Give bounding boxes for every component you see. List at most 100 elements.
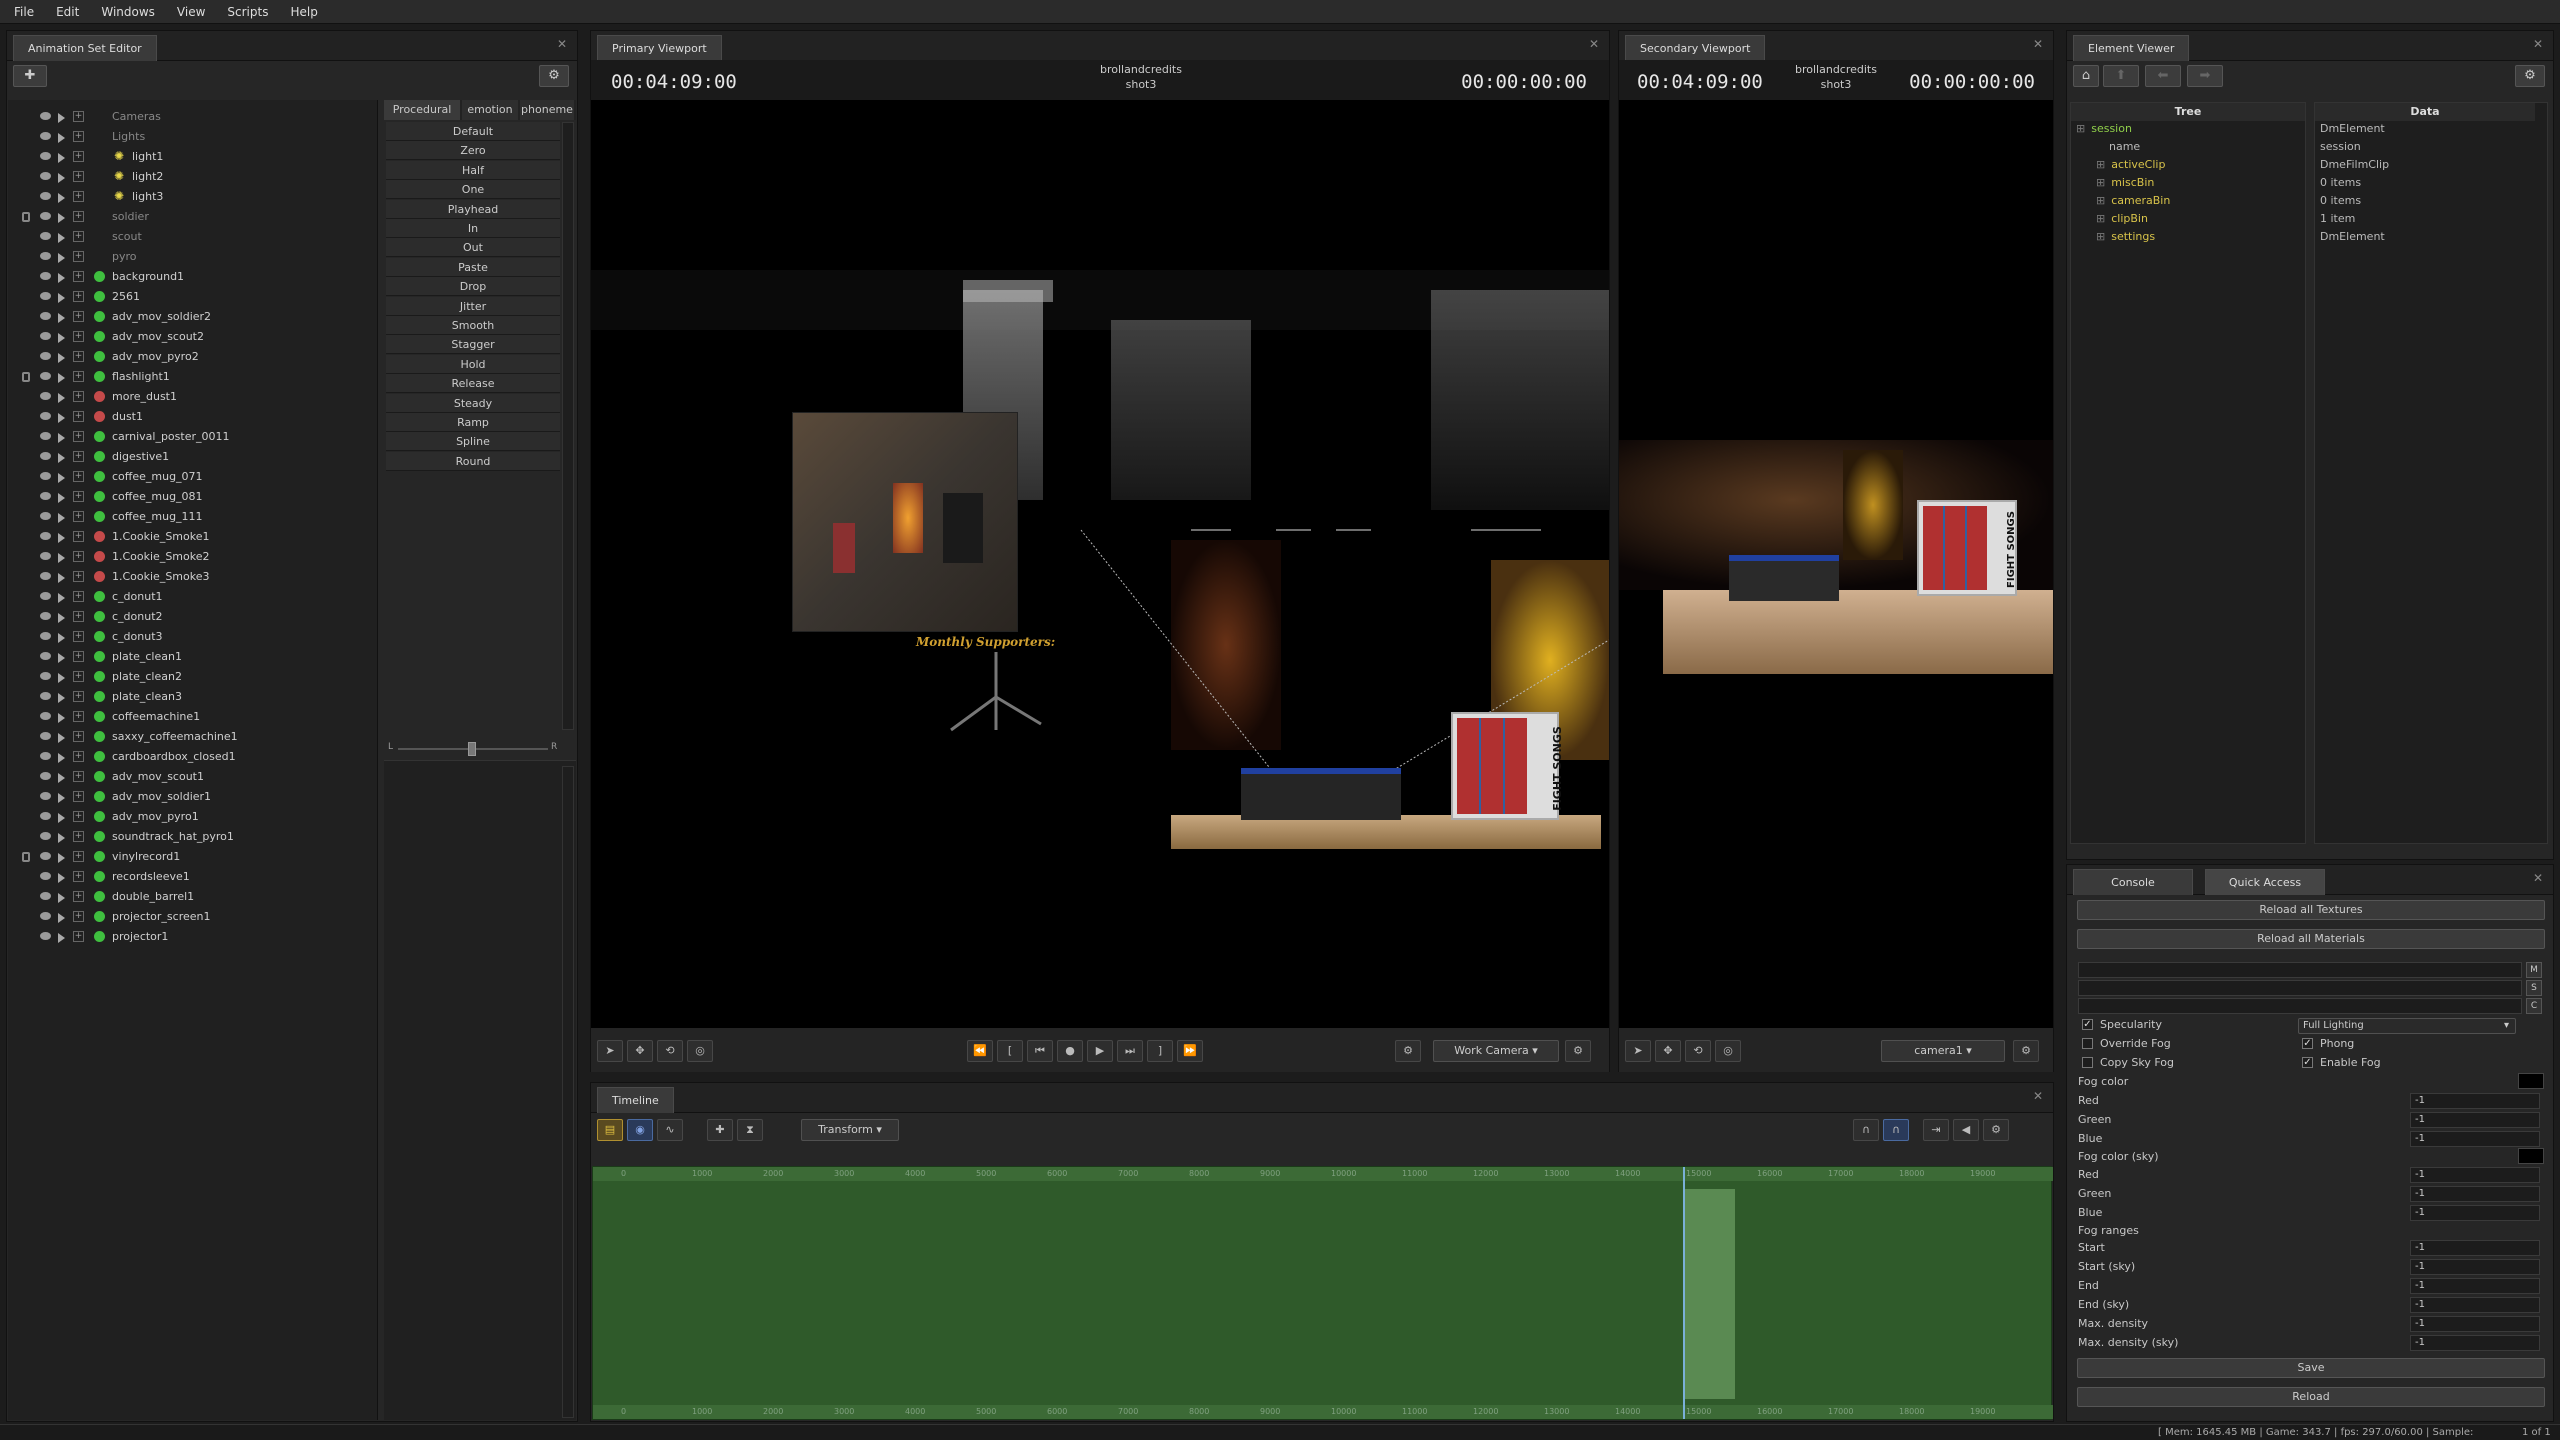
expand-plus-icon[interactable]: + bbox=[73, 251, 84, 262]
eye-icon[interactable] bbox=[40, 172, 51, 180]
expand-plus-icon[interactable]: + bbox=[73, 711, 84, 722]
expand-plus-icon[interactable]: + bbox=[73, 591, 84, 602]
value-field[interactable]: -1 bbox=[2410, 1297, 2540, 1313]
gear-icon[interactable]: ⚙ bbox=[2013, 1040, 2039, 1062]
expand-plus-icon[interactable]: + bbox=[73, 491, 84, 502]
expand-arrow-icon[interactable] bbox=[58, 813, 65, 823]
anim-set-row[interactable]: + coffee_mug_081 bbox=[8, 488, 377, 508]
anim-set-row[interactable]: + scout bbox=[8, 228, 377, 248]
preset-button[interactable]: Default bbox=[386, 122, 560, 141]
camera1-dropdown[interactable]: camera1 ▾ bbox=[1881, 1040, 2005, 1062]
expand-arrow-icon[interactable] bbox=[58, 253, 65, 263]
select-tool-icon[interactable]: ➤ bbox=[1625, 1040, 1651, 1062]
reset-tool-icon[interactable]: ◎ bbox=[1715, 1040, 1741, 1062]
eye-icon[interactable] bbox=[40, 232, 51, 240]
mute-icon[interactable]: ◀ bbox=[1953, 1119, 1979, 1141]
eye-icon[interactable] bbox=[40, 392, 51, 400]
expand-arrow-icon[interactable] bbox=[58, 513, 65, 523]
anim-set-row[interactable]: + adv_mov_pyro1 bbox=[8, 808, 377, 828]
expand-plus-icon[interactable]: ⊞ bbox=[2096, 194, 2105, 207]
expand-plus-icon[interactable]: + bbox=[73, 531, 84, 542]
preset-button[interactable]: Paste bbox=[386, 257, 560, 277]
eye-icon[interactable] bbox=[40, 912, 51, 920]
anim-set-row[interactable]: + coffeemachine1 bbox=[8, 708, 377, 728]
expand-arrow-icon[interactable] bbox=[58, 753, 65, 763]
gear-icon[interactable]: ⚙ bbox=[539, 65, 569, 87]
tab-element-viewer[interactable]: Element Viewer bbox=[2073, 35, 2190, 61]
expand-plus-icon[interactable]: + bbox=[73, 151, 84, 162]
eye-icon[interactable] bbox=[40, 132, 51, 140]
anim-set-row[interactable]: + plate_clean2 bbox=[8, 668, 377, 688]
expand-arrow-icon[interactable] bbox=[58, 573, 65, 583]
expand-plus-icon[interactable]: + bbox=[73, 211, 84, 222]
close-icon[interactable]: ✕ bbox=[2533, 871, 2543, 885]
expand-arrow-icon[interactable] bbox=[58, 293, 65, 303]
camera-settings-icon[interactable]: ⚙ bbox=[1395, 1040, 1421, 1062]
expand-arrow-icon[interactable] bbox=[58, 673, 65, 683]
expand-plus-icon[interactable]: + bbox=[73, 651, 84, 662]
anim-set-row[interactable]: + cardboardbox_closed1 bbox=[8, 748, 377, 768]
expand-arrow-icon[interactable] bbox=[58, 493, 65, 503]
up-icon[interactable]: ⬆ bbox=[2103, 65, 2139, 87]
anim-set-row[interactable]: + vinylrecord1 bbox=[8, 848, 377, 868]
preset-button[interactable]: Release bbox=[386, 374, 560, 394]
checkbox[interactable] bbox=[2082, 1057, 2093, 1068]
anim-set-row[interactable]: + flashlight1 bbox=[8, 368, 377, 388]
menu-scripts[interactable]: Scripts bbox=[227, 5, 268, 19]
anim-set-row[interactable]: + recordsleeve1 bbox=[8, 868, 377, 888]
anim-set-row[interactable]: + carnival_poster_0011 bbox=[8, 428, 377, 448]
eye-icon[interactable] bbox=[40, 632, 51, 640]
expand-arrow-icon[interactable] bbox=[58, 693, 65, 703]
work-camera-dropdown[interactable]: Work Camera ▾ bbox=[1433, 1040, 1559, 1062]
expand-plus-icon[interactable]: + bbox=[73, 511, 84, 522]
anim-set-row[interactable]: + double_barrel1 bbox=[8, 888, 377, 908]
lock-icon[interactable] bbox=[22, 372, 30, 382]
anim-set-row[interactable]: + adv_mov_soldier2 bbox=[8, 308, 377, 328]
close-icon[interactable]: ✕ bbox=[2533, 37, 2543, 51]
forward-icon[interactable]: ➡ bbox=[2187, 65, 2223, 87]
eye-icon[interactable] bbox=[40, 712, 51, 720]
expand-arrow-icon[interactable] bbox=[58, 233, 65, 243]
eye-icon[interactable] bbox=[40, 932, 51, 940]
magnet-icon[interactable]: ∩ bbox=[1853, 1119, 1879, 1141]
expand-plus-icon[interactable]: ⊞ bbox=[2096, 230, 2105, 243]
eye-icon[interactable] bbox=[40, 492, 51, 500]
anim-set-row[interactable]: + adv_mov_soldier1 bbox=[8, 788, 377, 808]
preset-button[interactable]: Stagger bbox=[386, 335, 560, 355]
timeline-track-area[interactable]: 0 1000 2000 3000 4000 5000 6000 7000 8000 9000 100… bbox=[592, 1166, 2053, 1420]
checkbox[interactable]: ✓ bbox=[2302, 1057, 2313, 1068]
anim-set-row[interactable]: + more_dust1 bbox=[8, 388, 377, 408]
preset-button[interactable]: Hold bbox=[386, 354, 560, 374]
expand-plus-icon[interactable]: ⊞ bbox=[2096, 212, 2105, 225]
secondary-viewport-canvas[interactable]: FIGHT SONGS bbox=[1619, 100, 2053, 1028]
eye-icon[interactable] bbox=[40, 312, 51, 320]
tree-row[interactable]: name bbox=[2096, 140, 2140, 158]
tab-primary-viewport[interactable]: Primary Viewport bbox=[597, 35, 722, 61]
material-field-2[interactable] bbox=[2078, 980, 2522, 996]
m-button[interactable]: M bbox=[2526, 962, 2542, 978]
eye-icon[interactable] bbox=[40, 552, 51, 560]
material-field-1[interactable] bbox=[2078, 962, 2522, 978]
preset-button[interactable]: Round bbox=[386, 451, 560, 471]
gear-icon[interactable]: ⚙ bbox=[1565, 1040, 1591, 1062]
expand-plus-icon[interactable]: + bbox=[73, 791, 84, 802]
add-button[interactable]: ✚ bbox=[13, 65, 47, 87]
expand-plus-icon[interactable]: + bbox=[73, 811, 84, 822]
fog-color-swatch[interactable] bbox=[2518, 1073, 2544, 1089]
expand-arrow-icon[interactable] bbox=[58, 173, 65, 183]
expand-plus-icon[interactable]: + bbox=[73, 771, 84, 782]
tab-emotion[interactable]: emotion bbox=[462, 100, 518, 120]
expand-plus-icon[interactable]: + bbox=[73, 411, 84, 422]
close-icon[interactable]: ✕ bbox=[2033, 37, 2043, 51]
anim-set-row[interactable]: + plate_clean3 bbox=[8, 688, 377, 708]
expand-arrow-icon[interactable] bbox=[58, 213, 65, 223]
scale-icon[interactable]: ⧗ bbox=[737, 1119, 763, 1141]
mark-in-icon[interactable]: [ bbox=[997, 1040, 1023, 1062]
eye-icon[interactable] bbox=[40, 672, 51, 680]
expand-plus-icon[interactable]: + bbox=[73, 451, 84, 462]
eye-icon[interactable] bbox=[40, 432, 51, 440]
eye-icon[interactable] bbox=[40, 472, 51, 480]
close-icon[interactable]: ✕ bbox=[2033, 1089, 2043, 1103]
eye-icon[interactable] bbox=[40, 692, 51, 700]
expand-plus-icon[interactable]: + bbox=[73, 371, 84, 382]
